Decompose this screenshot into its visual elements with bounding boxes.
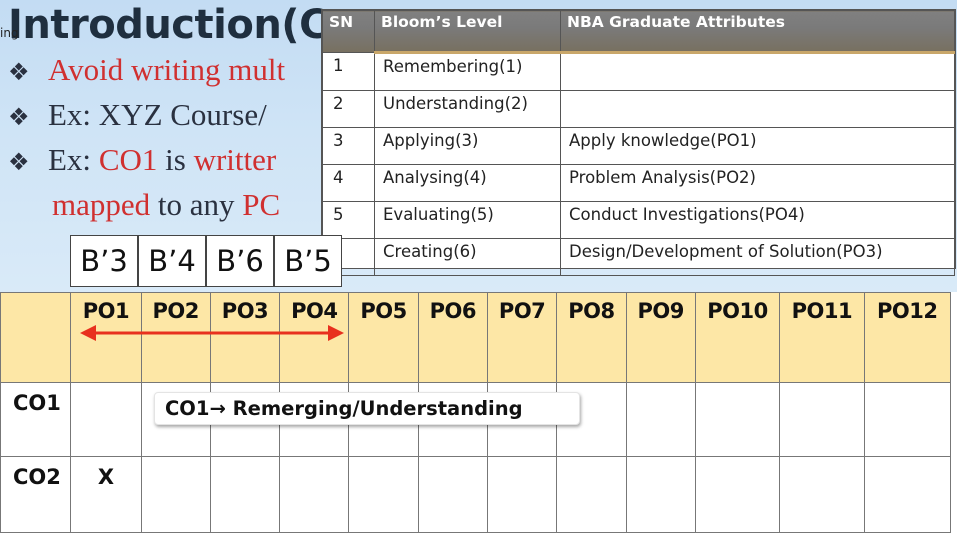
- blooms-level-table: SN Bloom’s Level NBA Graduate Attributes…: [321, 9, 956, 276]
- po-header: PO5: [348, 292, 419, 383]
- b-label: B’5: [274, 235, 342, 287]
- mapping-mark: X: [70, 456, 142, 533]
- co-label: CO2: [0, 456, 72, 533]
- po-header: PO11: [779, 292, 865, 383]
- po-header: PO10: [694, 292, 781, 383]
- po-header: PO9: [625, 292, 696, 383]
- b-label: B’3: [70, 235, 138, 287]
- diamond-bullet-icon: ❖: [8, 58, 30, 86]
- bullet-3-tail: writter: [193, 142, 277, 177]
- bullet-3: ❖ Ex: CO1 is writter: [8, 142, 276, 178]
- b-label: B’6: [206, 235, 274, 287]
- co-label: CO1: [0, 382, 72, 457]
- table-row: 5 Evaluating(5) Conduct Investigations(P…: [322, 201, 955, 239]
- edge-tag: ing: [0, 26, 19, 40]
- diamond-bullet-icon: ❖: [8, 103, 30, 131]
- bullet-3-prefix: Ex:: [48, 142, 99, 177]
- slide-title: Introduction(C: [8, 2, 328, 48]
- table-row: Creating(6) Design/Development of Soluti…: [322, 238, 955, 276]
- table-row: 3 Applying(3) Apply knowledge(PO1): [322, 127, 955, 165]
- bullet-3-co: CO1: [98, 142, 158, 177]
- bullet-3-mid: is: [157, 142, 194, 177]
- bullet-3-continuation: mapped to any PC: [52, 187, 281, 222]
- po-header: PO8: [556, 292, 627, 383]
- bullet-2: ❖ Ex: XYZ Course/: [8, 97, 267, 133]
- right-arrow-icon: →: [209, 397, 226, 420]
- table-row: 4 Analysing(4) Problem Analysis(PO2): [322, 164, 955, 202]
- bullet-1-text: Avoid writing mult: [48, 52, 286, 87]
- header-blooms-level: Bloom’s Level: [374, 10, 561, 54]
- bloom-level-labels: B’3 B’4 B’6 B’5: [70, 235, 342, 287]
- po-header: PO6: [417, 292, 488, 383]
- header-nba-attributes: NBA Graduate Attributes: [560, 10, 955, 54]
- bullet-1: ❖ Avoid writing mult: [8, 52, 285, 88]
- po-header: PO12: [863, 292, 951, 383]
- corner-cell: [0, 292, 72, 383]
- b-label: B’4: [138, 235, 206, 287]
- po-header: PO7: [486, 292, 558, 383]
- bullet-2-text: Ex: XYZ Course/: [48, 97, 267, 132]
- mapping-callout: CO1 → Remerging/Understanding: [154, 392, 580, 425]
- header-sn: SN: [322, 10, 375, 53]
- table-row: 1 Remembering(1): [322, 52, 955, 91]
- double-arrow-icon: [80, 325, 344, 341]
- diamond-bullet-icon: ❖: [8, 148, 30, 176]
- table-row: CO2 X: [0, 456, 951, 533]
- table-row: 2 Understanding(2): [322, 90, 955, 128]
